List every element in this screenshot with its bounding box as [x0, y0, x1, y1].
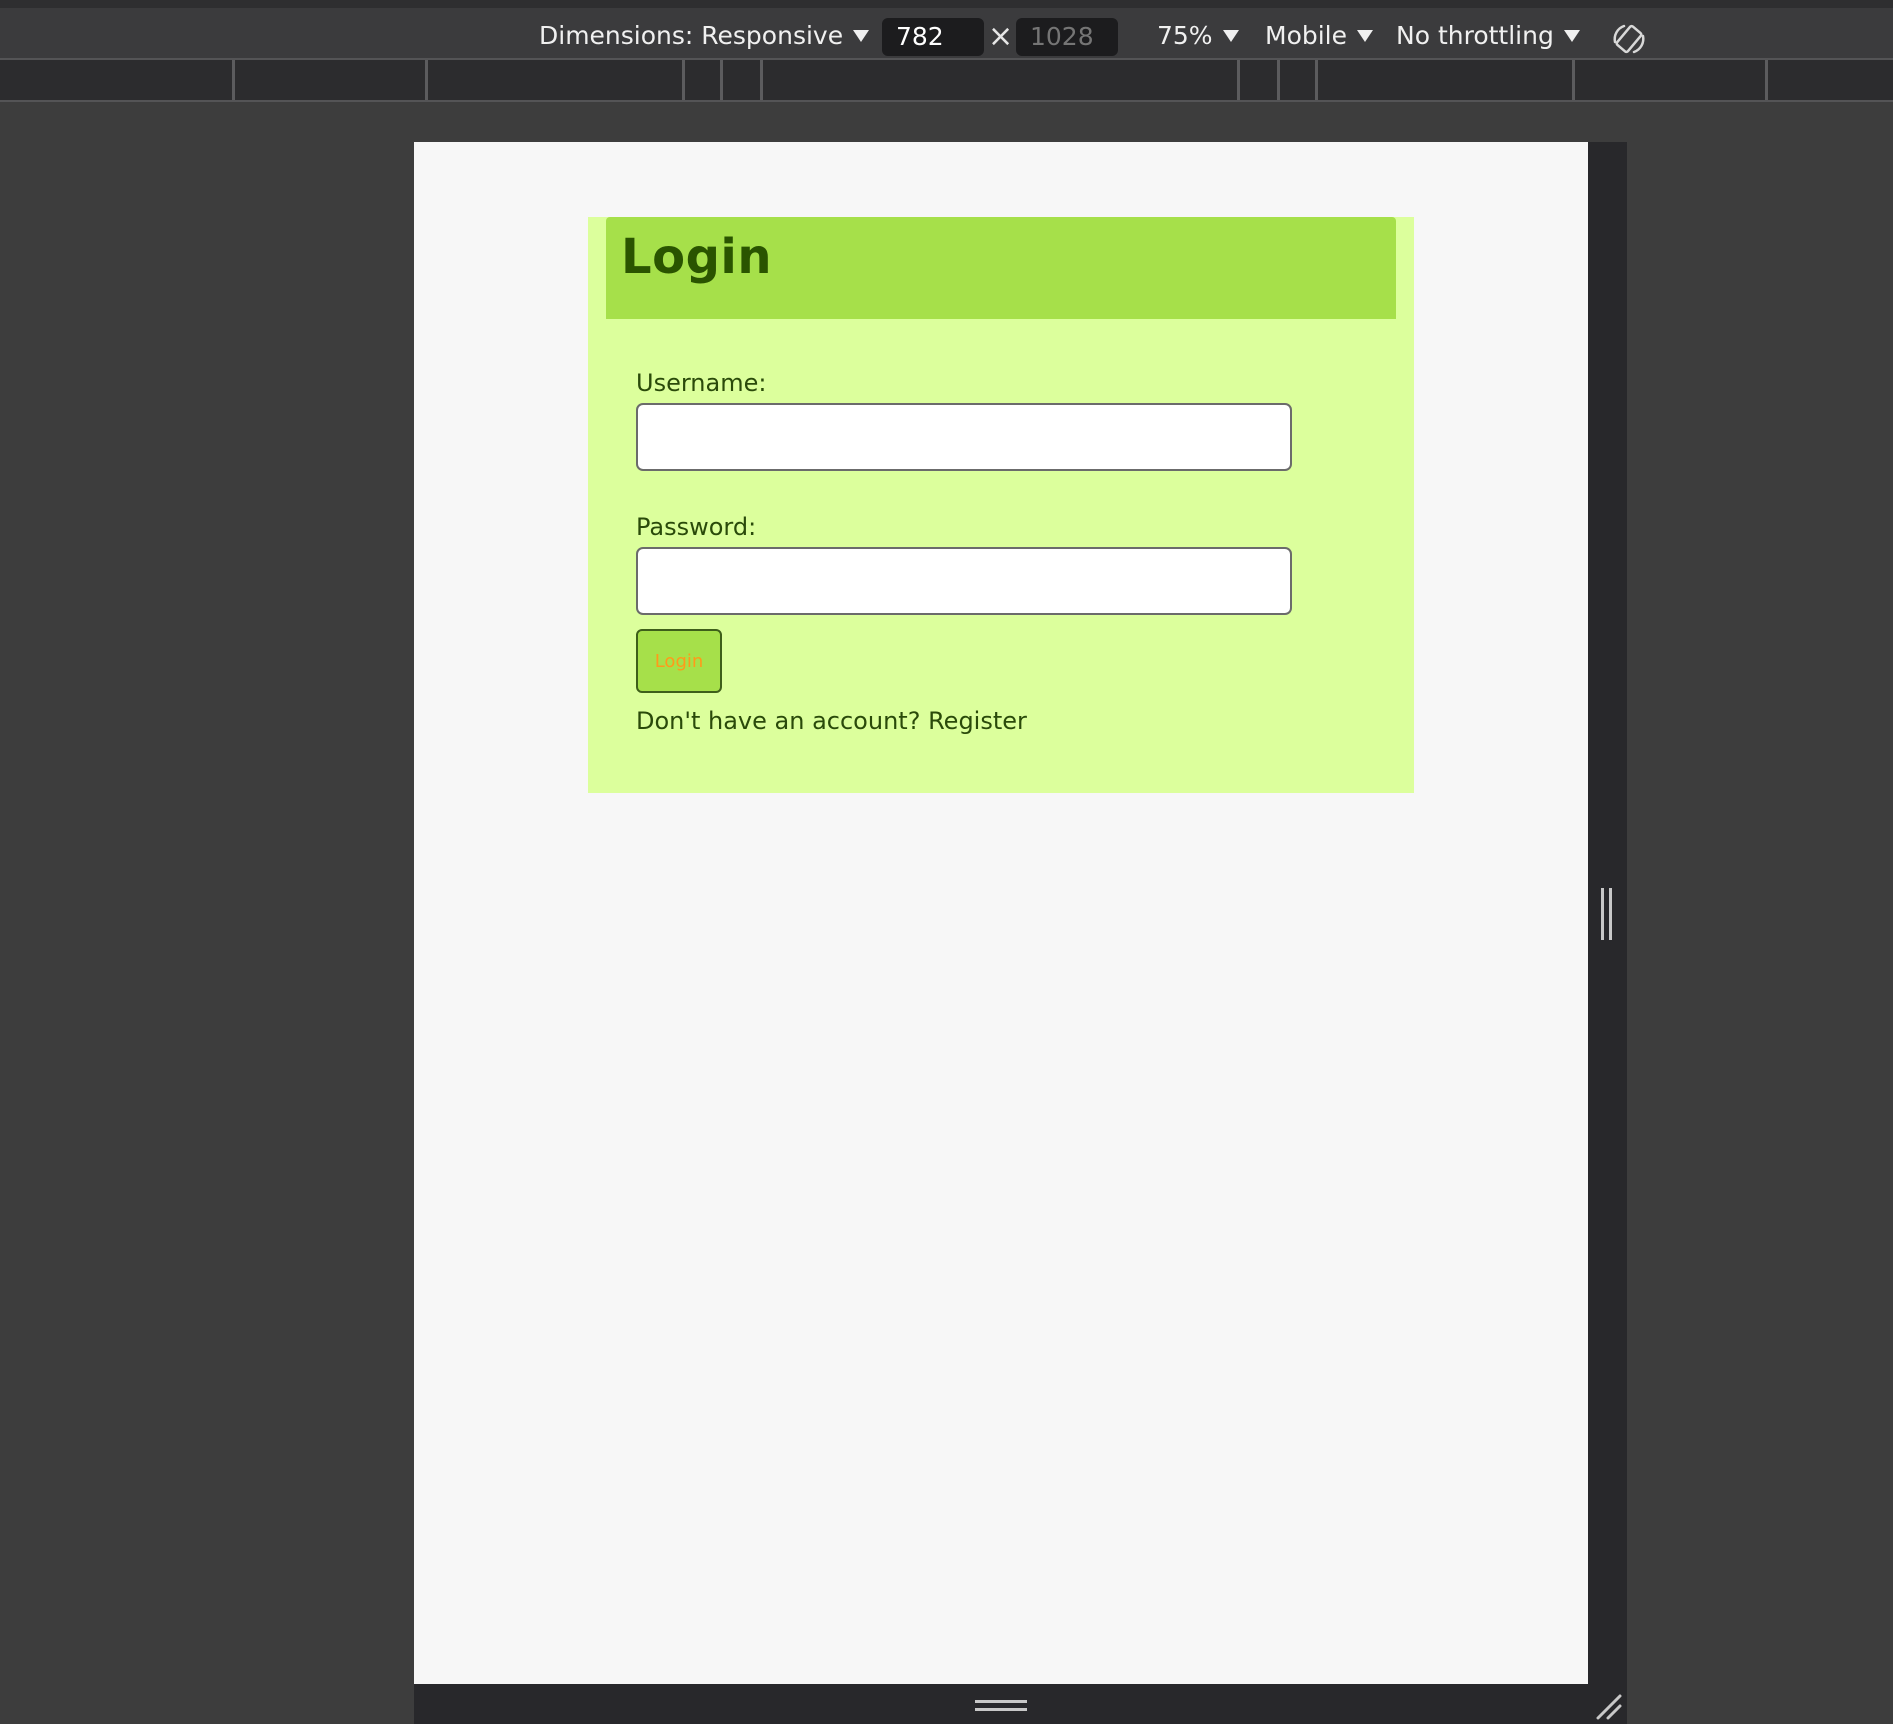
register-prompt-text: Don't have an account?	[636, 707, 921, 735]
login-header: Login	[606, 217, 1396, 319]
emulated-viewport: Login Username: Password: Login Don't ha…	[414, 142, 1588, 1684]
register-prompt: Don't have an account? Register	[636, 707, 1027, 735]
zoom-dropdown[interactable]: 75%	[1157, 18, 1239, 54]
rotate-device-icon[interactable]	[1610, 20, 1648, 58]
chevron-down-icon	[1357, 30, 1374, 42]
throttling-label: No throttling	[1396, 21, 1554, 50]
login-card: Login Username: Password: Login Don't ha…	[588, 217, 1414, 793]
media-query-bar[interactable]	[0, 60, 1893, 102]
username-field[interactable]	[636, 403, 1292, 471]
device-type-dropdown[interactable]: Mobile	[1265, 18, 1374, 54]
viewport-height-input[interactable]	[1016, 18, 1118, 56]
page-title: Login	[621, 229, 773, 285]
chevron-down-icon	[853, 30, 870, 42]
login-button[interactable]: Login	[636, 629, 722, 693]
chevron-down-icon	[1222, 30, 1239, 42]
password-field[interactable]	[636, 547, 1292, 615]
height-resize-handle[interactable]	[975, 1700, 1027, 1712]
username-label: Username:	[636, 369, 767, 397]
throttling-dropdown[interactable]: No throttling	[1396, 18, 1580, 54]
register-link[interactable]: Register	[928, 707, 1027, 735]
zoom-label: 75%	[1157, 21, 1213, 50]
responsive-toolbar: Dimensions: Responsive × 75% Mobile No t…	[0, 0, 1893, 60]
viewport-width-input[interactable]	[882, 18, 984, 56]
width-resize-handle[interactable]	[1601, 888, 1613, 940]
password-label: Password:	[636, 513, 757, 541]
device-type-label: Mobile	[1265, 21, 1348, 50]
dimension-separator: ×	[988, 19, 1014, 54]
dimensions-dropdown[interactable]: Dimensions: Responsive	[539, 18, 870, 54]
dimensions-label: Dimensions: Responsive	[539, 21, 844, 50]
corner-resize-icon[interactable]	[1594, 1692, 1622, 1720]
chevron-down-icon	[1563, 30, 1580, 42]
